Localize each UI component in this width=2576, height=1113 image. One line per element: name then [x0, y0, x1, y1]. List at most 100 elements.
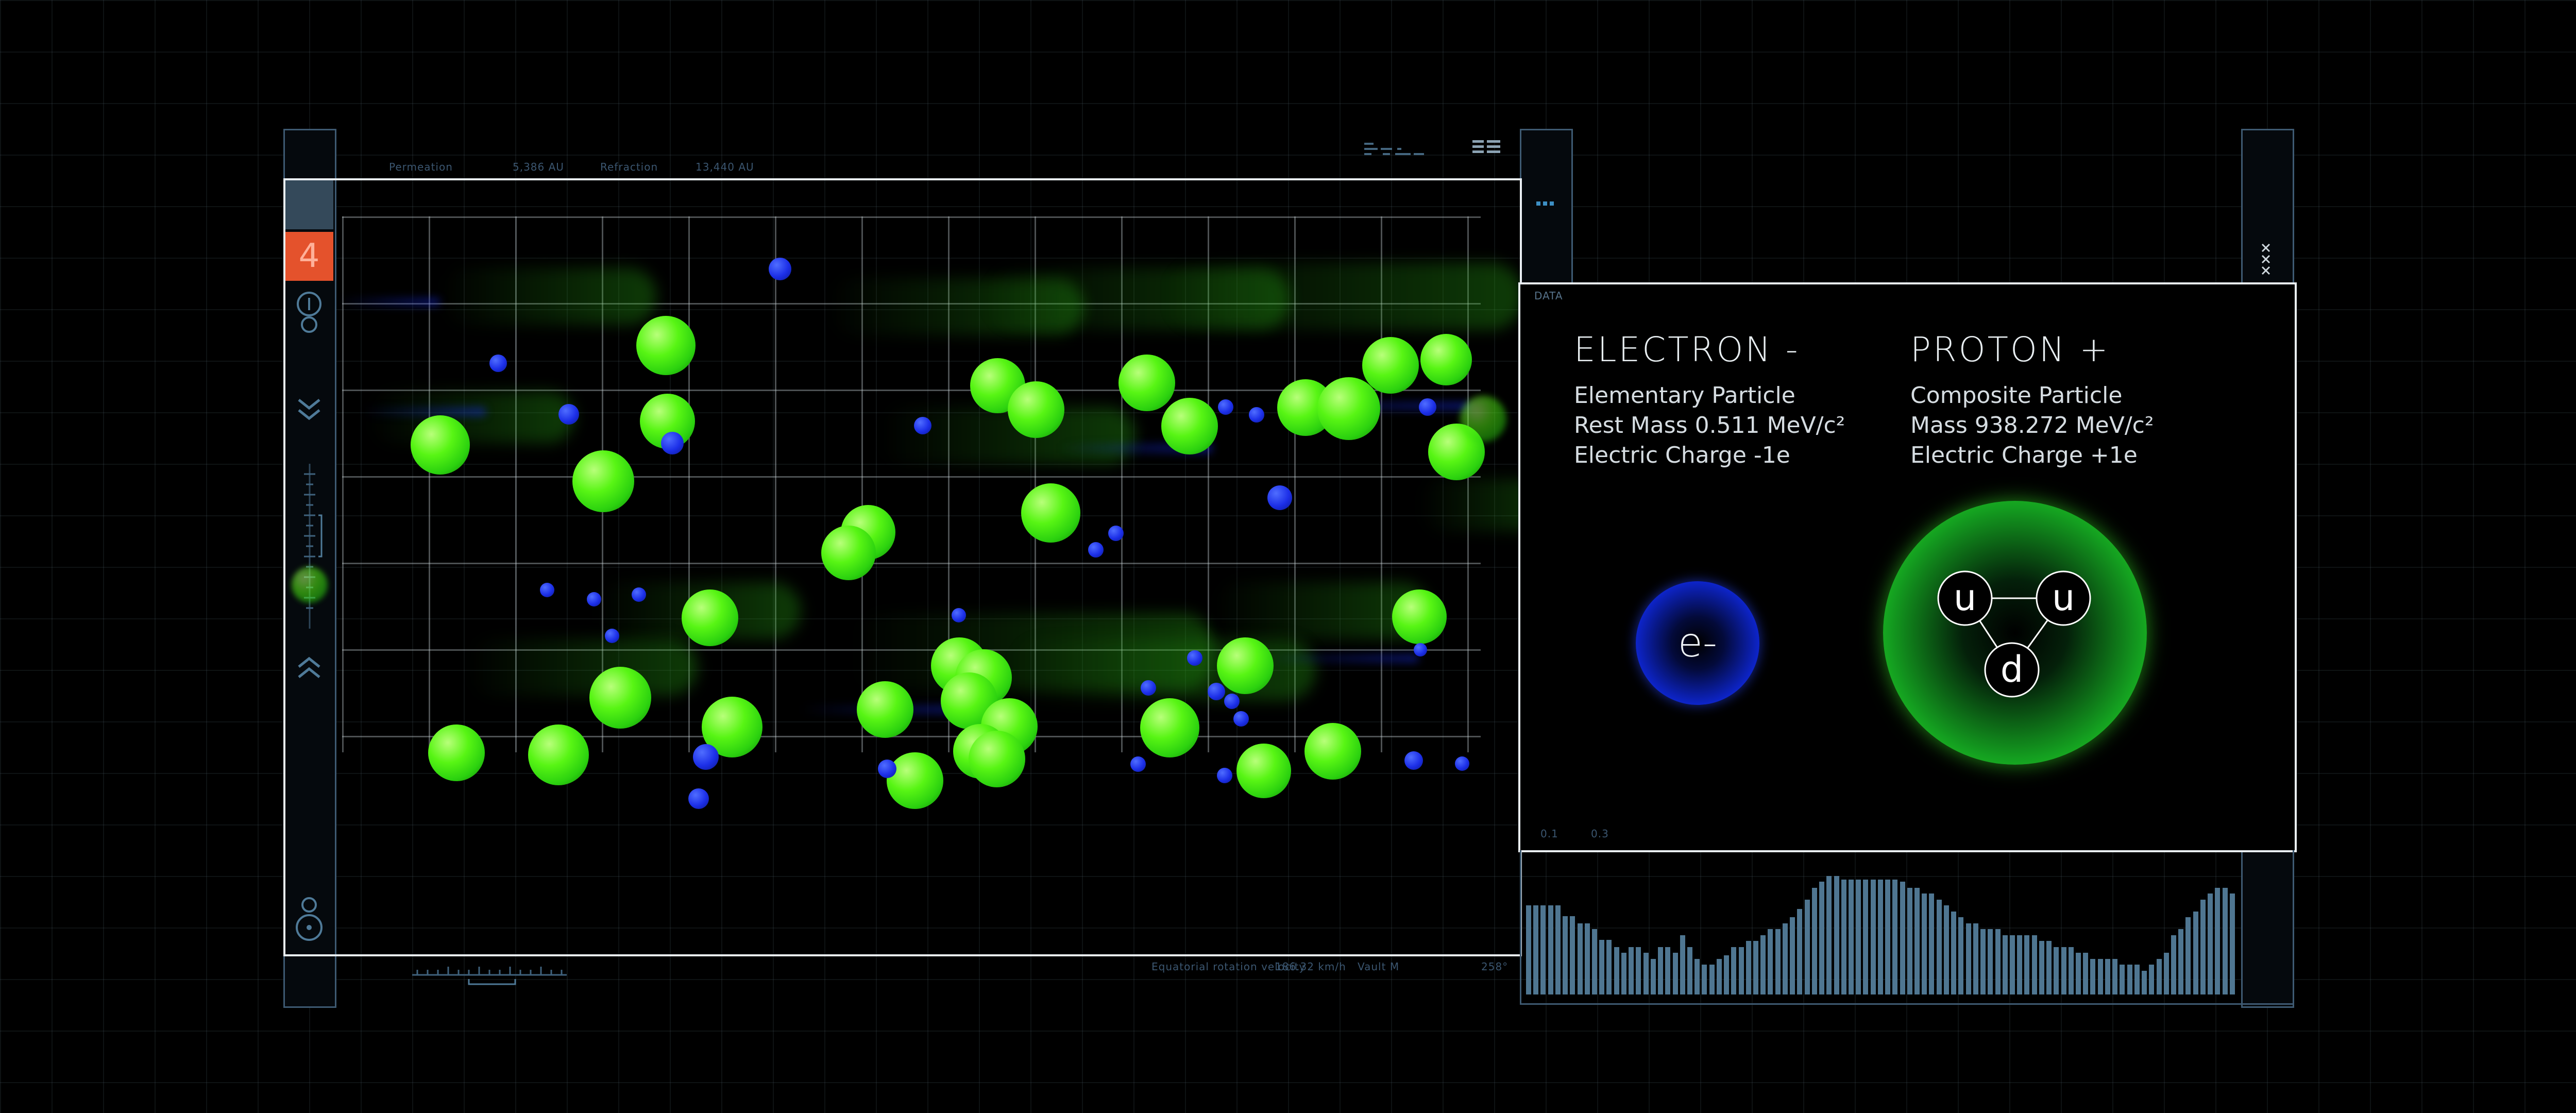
footer-label-vault: Vault M [1358, 960, 1400, 973]
proton-charge: Electric Charge +1e [1910, 442, 2138, 468]
electron-particle [558, 404, 579, 425]
histogram-bar [2003, 935, 2008, 994]
histogram-bar [2208, 893, 2213, 994]
histogram-bar [2193, 912, 2198, 994]
histogram-bar [1944, 905, 1949, 994]
electron-particle [587, 592, 601, 606]
histogram-bar [1753, 941, 1758, 994]
histogram-bar [1914, 888, 1920, 994]
proton-particle [1217, 637, 1274, 694]
histogram-bar [1966, 923, 1971, 994]
data-panel-footer-a: 0.1 [1540, 828, 1558, 840]
histogram-bar [1563, 916, 1568, 994]
close-stack-icon[interactable] [2259, 242, 2274, 278]
electron-particle [1130, 756, 1146, 772]
histogram-bar [1680, 935, 1685, 994]
header-value-permeation: 5,386 AU [513, 161, 564, 173]
histogram-bar [2230, 893, 2235, 994]
histogram-bar [1929, 893, 1934, 994]
histogram-bar [2112, 959, 2117, 994]
histogram-bar [1907, 888, 1912, 994]
histogram-bar [1694, 959, 1700, 994]
histogram-bar [2120, 965, 2125, 994]
histogram-bar [1988, 929, 1993, 994]
proton-particle [857, 681, 913, 738]
histogram-bar [2200, 900, 2206, 994]
histogram-bar [1555, 905, 1561, 994]
histogram-bar [1687, 947, 1692, 994]
histogram-bar [1658, 947, 1663, 994]
particle-viewport[interactable] [283, 178, 1522, 956]
histogram-bar [1790, 917, 1795, 994]
electron-particle [1419, 398, 1436, 416]
electron-particle [1224, 694, 1240, 709]
histogram-bar [1533, 905, 1538, 994]
histogram-bar [2032, 935, 2037, 994]
histogram-bar [2142, 971, 2147, 994]
histogram-bar [1585, 923, 1590, 994]
histogram-bar [1900, 882, 1905, 994]
proton-particle [1008, 381, 1064, 438]
electron-particle [1455, 756, 1469, 771]
histogram-bar [1746, 941, 1751, 994]
proton-particle [1362, 337, 1419, 394]
electron-particle [632, 587, 646, 602]
histogram-bar [1651, 959, 1656, 994]
list-icon[interactable] [1472, 140, 1501, 160]
proton-particle [1021, 483, 1080, 543]
footer-value-angle: 258° [1481, 960, 1509, 973]
proton-particle [1460, 396, 1506, 442]
histogram-bar [1973, 923, 1978, 994]
electron-symbol: e- [1677, 620, 1718, 666]
histogram-bar [1892, 880, 1897, 994]
electron-particle [952, 608, 966, 622]
electron-particle [1218, 399, 1233, 415]
histogram-bar [2215, 888, 2220, 994]
proton-particle [428, 724, 485, 781]
scale-ruler-icon [412, 964, 567, 989]
electron-particle [914, 417, 931, 434]
histogram-bar [2076, 953, 2081, 994]
histogram-bar [2090, 959, 2095, 994]
histogram-bar [1702, 965, 1707, 994]
histogram [1526, 876, 2237, 994]
histogram-bar [1863, 880, 1868, 994]
histogram-bar [2157, 959, 2162, 994]
electron-particle [1208, 683, 1225, 700]
histogram-bar [2061, 947, 2066, 994]
histogram-bar [1665, 947, 1670, 994]
dots-icon[interactable] [1536, 198, 1555, 211]
proton-particle [589, 667, 651, 729]
header-value-refraction: 13,440 AU [696, 161, 754, 173]
proton-particle [292, 567, 328, 603]
histogram-bar [2039, 941, 2044, 994]
proton-particle [887, 752, 943, 809]
histogram-bar [1548, 905, 1553, 994]
histogram-bar [1937, 900, 1942, 994]
electron-particle [1217, 768, 1232, 783]
histogram-bar [1775, 929, 1781, 994]
histogram-bar [1540, 905, 1546, 994]
proton-particle [1420, 334, 1472, 385]
histogram-bar [2127, 965, 2132, 994]
histogram-bar [1958, 917, 1963, 994]
histogram-bar [1856, 880, 1861, 994]
electron-particle [1414, 643, 1427, 656]
histogram-bar [1797, 909, 1802, 994]
electron-particle [769, 258, 791, 280]
histogram-bar [2054, 947, 2059, 994]
histogram-bar [2149, 965, 2154, 994]
histogram-bar [1731, 947, 1736, 994]
proton-particle [572, 450, 634, 512]
histogram-bar [2046, 941, 2052, 994]
histogram-bar [2069, 947, 2074, 994]
histogram-bar [1526, 905, 1531, 994]
histogram-bar [2024, 935, 2029, 994]
histogram-bar [1885, 880, 1890, 994]
histogram-bar [1570, 916, 1575, 994]
histogram-bar [1599, 940, 1604, 994]
proton-mass: Mass 938.272 MeV/c² [1910, 412, 2154, 439]
electron-particle [693, 744, 719, 770]
electron-particle [540, 583, 554, 597]
proton-particle [1317, 377, 1380, 440]
